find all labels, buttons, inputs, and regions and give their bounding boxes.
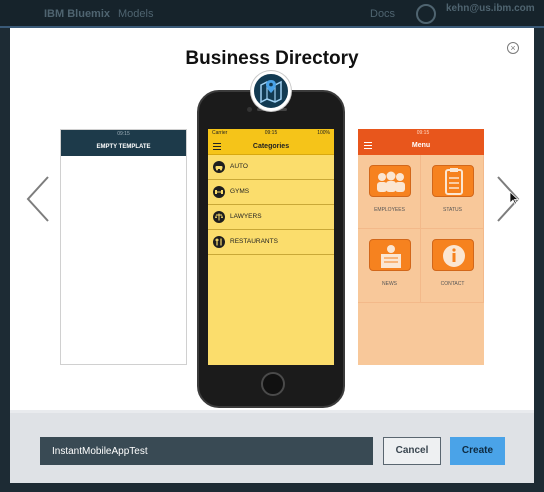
status-time: 09:15 [264, 130, 278, 136]
home-button [261, 372, 285, 396]
docs-link[interactable]: Docs [370, 8, 395, 20]
tile-status[interactable]: STATUS [421, 155, 484, 229]
template-preview-business-directory[interactable]: Carrier 09:15 100% Categories AUTO GYMS … [208, 129, 334, 365]
tile-label: EMPLOYEES [374, 207, 405, 213]
car-icon [213, 161, 225, 173]
footer-divider [10, 410, 534, 413]
user-email[interactable]: kehn@us.ibm.com [446, 3, 535, 14]
template-card-menu[interactable]: 09:15 Menu EMPLOYEES STATUS NEWS CONTACT [358, 129, 484, 365]
modal-footer: Cancel Create [10, 410, 534, 483]
category-item-gyms[interactable]: GYMS [208, 180, 334, 205]
template-card-empty[interactable]: 09:15 EMPTY TEMPLATE [60, 129, 187, 365]
category-label: RESTAURANTS [230, 238, 278, 245]
template-picker-modal: Business Directory × 09:15 EMPTY TEMPLAT… [10, 28, 534, 483]
category-label: LAWYERS [230, 213, 262, 220]
map-pin-icon [251, 71, 291, 111]
create-button[interactable]: Create [450, 437, 505, 465]
app-stage: IBM Bluemix Models Docs kehn@us.ibm.com … [0, 0, 544, 492]
status-time: 09:15 [416, 130, 430, 136]
category-item-auto[interactable]: AUTO [208, 155, 334, 180]
mouse-cursor-icon [509, 191, 519, 205]
hamburger-icon [213, 143, 221, 150]
newspaper-icon [369, 239, 411, 271]
cutlery-icon [213, 236, 225, 248]
category-item-lawyers[interactable]: LAWYERS [208, 205, 334, 230]
status-bar: 09:15 [61, 130, 186, 138]
avatar[interactable] [416, 4, 436, 24]
close-icon[interactable]: × [507, 42, 519, 54]
tile-label: STATUS [443, 207, 462, 213]
template-header: Menu [358, 137, 484, 155]
clipboard-icon [432, 165, 474, 197]
status-bar: 09:15 [358, 129, 484, 137]
hamburger-icon [364, 142, 372, 149]
modal-title: Business Directory [185, 48, 359, 69]
tile-contact[interactable]: CONTACT [421, 229, 484, 303]
models-menu[interactable]: Models [118, 8, 153, 20]
top-nav-bar: IBM Bluemix Models Docs kehn@us.ibm.com [0, 0, 544, 28]
tile-label: CONTACT [440, 281, 465, 287]
category-label: GYMS [230, 188, 250, 195]
category-item-restaurants[interactable]: RESTAURANTS [208, 230, 334, 255]
people-icon [369, 165, 411, 197]
menu-title: Menu [411, 142, 431, 149]
template-header: EMPTY TEMPLATE [61, 138, 186, 156]
tile-news[interactable]: NEWS [358, 229, 421, 303]
camera-icon [247, 107, 252, 112]
info-icon [432, 239, 474, 271]
app-name-input[interactable] [40, 437, 373, 465]
cancel-button[interactable]: Cancel [383, 437, 441, 465]
template-header: Categories [208, 138, 334, 155]
previous-arrow-icon[interactable] [24, 174, 52, 224]
brand-logo[interactable]: IBM Bluemix [44, 8, 110, 20]
categories-title: Categories [252, 143, 290, 150]
phone-mockup: Carrier 09:15 100% Categories AUTO GYMS … [197, 90, 345, 408]
scales-icon [213, 211, 225, 223]
battery-label: 100% [317, 130, 330, 136]
category-label: AUTO [230, 163, 248, 170]
dumbbell-icon [213, 186, 225, 198]
tile-label: NEWS [382, 281, 397, 287]
status-bar: Carrier 09:15 100% [208, 129, 334, 138]
tile-employees[interactable]: EMPLOYEES [358, 155, 421, 229]
